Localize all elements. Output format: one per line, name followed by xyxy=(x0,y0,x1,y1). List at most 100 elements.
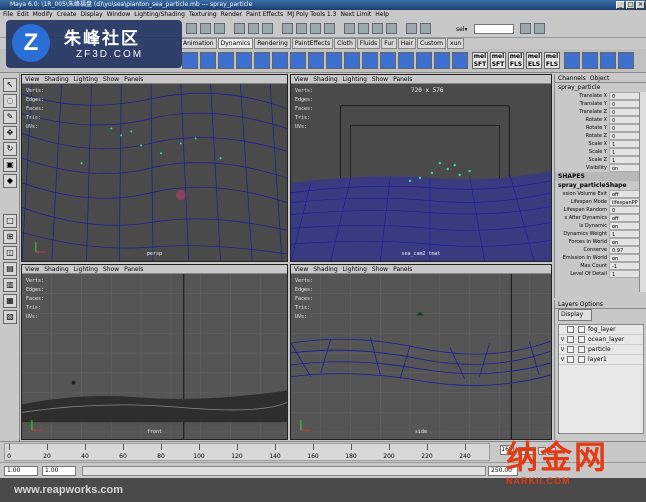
shelf-particle-icon[interactable] xyxy=(182,52,198,69)
vp-menu-show[interactable]: Show xyxy=(103,75,119,83)
channel-row[interactable]: Rotate Y0 xyxy=(555,124,646,132)
layout-persp-outliner-icon[interactable]: ▤ xyxy=(3,262,17,276)
vp-menu-show[interactable]: Show xyxy=(103,265,119,273)
select-tool-icon[interactable]: ↖ xyxy=(3,78,17,92)
shelf-wake-icon[interactable] xyxy=(398,52,414,69)
channel-row[interactable]: Translate Y0 xyxy=(555,100,646,108)
tab-dynamics[interactable]: Dynamics xyxy=(217,38,254,49)
layer-color-swatch[interactable] xyxy=(578,356,585,363)
layout-two-icon[interactable]: ◫ xyxy=(3,246,17,260)
save-scene-icon[interactable] xyxy=(214,23,225,34)
vp-menu-lighting[interactable]: Lighting xyxy=(74,75,98,83)
tab-channels[interactable]: Channels xyxy=(558,74,586,82)
shelf-fluid-icon[interactable] xyxy=(434,52,450,69)
animation-start-field[interactable]: 1.00 xyxy=(4,466,38,476)
channel-box-scrollbar[interactable] xyxy=(639,92,646,292)
shelf-cache-icon[interactable] xyxy=(362,52,378,69)
select-component-icon[interactable] xyxy=(262,23,273,34)
lock-icon[interactable] xyxy=(406,23,417,34)
shelf-sprite-icon[interactable] xyxy=(344,52,360,69)
layer-editor-menu[interactable]: Layers Options xyxy=(555,300,646,309)
tab-paint-effects[interactable]: PaintEffects xyxy=(291,38,334,49)
layer-name[interactable]: particle xyxy=(588,345,611,355)
render-globals-icon[interactable] xyxy=(386,23,397,34)
layer-row[interactable]: Vparticle xyxy=(559,345,643,355)
maximize-button[interactable]: □ xyxy=(626,1,635,9)
layer-color-swatch[interactable] xyxy=(578,326,585,333)
layer-template-toggle[interactable] xyxy=(567,356,574,363)
channel-row[interactable]: Scale Z1 xyxy=(555,156,646,164)
menu-edit[interactable]: Edit xyxy=(17,10,29,20)
shelf-turbulence-icon[interactable] xyxy=(254,52,270,69)
vp-menu-shading[interactable]: Shading xyxy=(44,265,68,273)
paint-select-tool-icon[interactable]: ✎ xyxy=(3,110,17,124)
channel-box-toggle-icon[interactable] xyxy=(420,23,431,34)
open-scene-icon[interactable] xyxy=(200,23,211,34)
menu-render[interactable]: Render xyxy=(221,10,242,20)
channel-row[interactable]: Visibility on xyxy=(555,164,646,172)
layer-template-toggle[interactable] xyxy=(567,336,574,343)
tab-fur[interactable]: Fur xyxy=(381,38,397,49)
vp-menu-lighting[interactable]: Lighting xyxy=(343,75,367,83)
time-slider-track[interactable]: 0 20 40 60 80 100 120 140 160 180 200 220 240 xyxy=(4,443,490,461)
viewport-persp[interactable]: View Shading Lighting Show Panels Verts:… xyxy=(21,74,288,262)
render-icon[interactable] xyxy=(358,23,369,34)
tab-fluids[interactable]: Fluids xyxy=(356,38,381,49)
channel-row[interactable]: Scale Y1 xyxy=(555,148,646,156)
vp-menu-shading[interactable]: Shading xyxy=(313,265,337,273)
tab-hair[interactable]: Hair xyxy=(397,38,417,49)
shelf-mel-button-3[interactable]: mel FLS xyxy=(508,52,524,69)
menu-paint-effects[interactable]: Paint Effects xyxy=(246,10,283,20)
menu-create[interactable]: Create xyxy=(57,10,77,20)
select-hierarchy-icon[interactable] xyxy=(234,23,245,34)
layer-type-dropdown[interactable]: Display xyxy=(555,309,646,321)
rotate-tool-icon[interactable]: ↻ xyxy=(3,142,17,156)
shelf-script-icon[interactable] xyxy=(564,52,580,69)
menu-file[interactable]: File xyxy=(3,10,13,20)
layer-row[interactable]: Vocean_layer xyxy=(559,335,643,345)
close-button[interactable]: × xyxy=(636,1,645,9)
shelf-field-icon[interactable] xyxy=(218,52,234,69)
viewport-canvas[interactable] xyxy=(291,84,551,261)
shape-channel-row[interactable]: Level Of Detail 1 xyxy=(555,270,646,278)
vp-menu-show[interactable]: Show xyxy=(372,75,388,83)
layout-four-icon[interactable]: ⊞ xyxy=(3,230,17,244)
shelf-ocean-icon[interactable] xyxy=(380,52,396,69)
lasso-tool-icon[interactable]: ◌ xyxy=(3,94,17,108)
vp-menu-show[interactable]: Show xyxy=(372,265,388,273)
channel-row[interactable]: Scale X1 xyxy=(555,140,646,148)
shelf-mel-button-4[interactable]: mel ELS xyxy=(526,52,542,69)
channel-row[interactable]: Rotate X0 xyxy=(555,116,646,124)
history-icon[interactable] xyxy=(344,23,355,34)
shape-channel-row[interactable]: Is Dynamic on xyxy=(555,222,646,230)
layout-persp-graph-icon[interactable]: ▥ xyxy=(3,278,17,292)
shape-channel-row[interactable]: Max Count -1 xyxy=(555,262,646,270)
viewport-side[interactable]: View Shading Lighting Show Panels Verts:… xyxy=(290,264,552,440)
snap-curve-icon[interactable] xyxy=(296,23,307,34)
layer-template-toggle[interactable] xyxy=(567,326,574,333)
new-scene-icon[interactable] xyxy=(186,23,197,34)
select-object-icon[interactable] xyxy=(248,23,259,34)
snap-grid-icon[interactable] xyxy=(282,23,293,34)
shelf-mel-button-2[interactable]: mel SFT xyxy=(490,52,506,69)
vp-menu-shading[interactable]: Shading xyxy=(313,75,337,83)
snap-plane-icon[interactable] xyxy=(324,23,335,34)
layout-hypershade-icon[interactable]: ▦ xyxy=(3,294,17,308)
layer-name[interactable]: layer1 xyxy=(588,355,607,365)
snap-point-icon[interactable] xyxy=(310,23,321,34)
layer-row[interactable]: Vlayer1 xyxy=(559,355,643,365)
layer-color-swatch[interactable] xyxy=(578,346,585,353)
shelf-instancer-icon[interactable] xyxy=(326,52,342,69)
vp-menu-panels[interactable]: Panels xyxy=(124,265,143,273)
tab-cloth[interactable]: Cloth xyxy=(334,38,356,49)
shape-channel-row[interactable]: Forces In World on xyxy=(555,238,646,246)
selected-object-name[interactable]: spray_particle xyxy=(555,83,646,92)
layer-visibility-toggle[interactable]: V xyxy=(559,345,566,355)
shelf-boat-icon[interactable] xyxy=(416,52,432,69)
range-slider-bar[interactable] xyxy=(82,466,486,476)
tab-custom[interactable]: Custom xyxy=(417,38,447,49)
playback-start-field[interactable]: 1.00 xyxy=(42,466,76,476)
scale-tool-icon[interactable]: ▣ xyxy=(3,158,17,172)
manipulator-tool-icon[interactable]: ◆ xyxy=(3,174,17,188)
vp-menu-view[interactable]: View xyxy=(294,265,308,273)
